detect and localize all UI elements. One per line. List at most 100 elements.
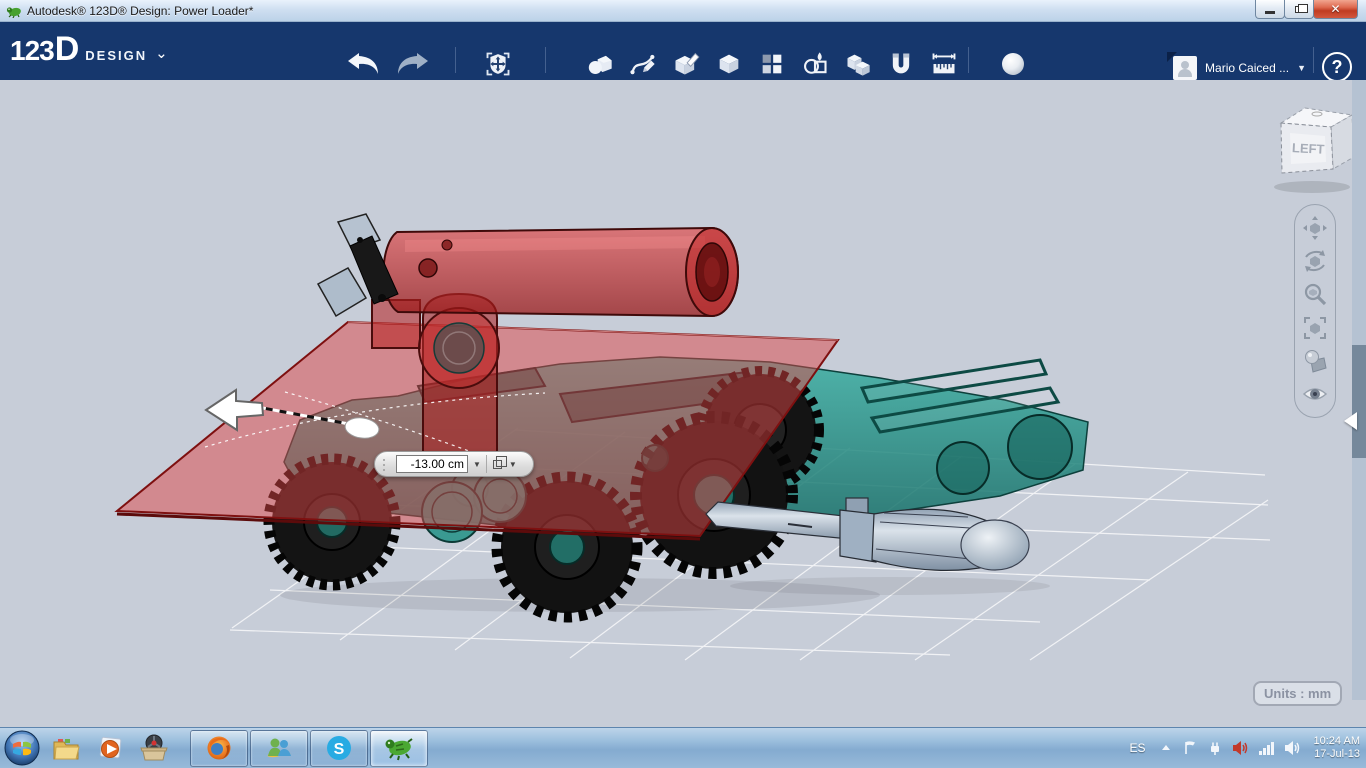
logo-d: D bbox=[54, 30, 80, 68]
pattern-icon bbox=[762, 54, 782, 74]
minimize-button[interactable] bbox=[1255, 0, 1285, 19]
fit-button[interactable] bbox=[1300, 313, 1330, 343]
rear-wheel-well bbox=[1007, 414, 1073, 480]
help-button[interactable]: ? bbox=[1322, 52, 1352, 82]
taskbar-messenger-button[interactable] bbox=[250, 729, 308, 767]
zoom-button[interactable] bbox=[1300, 279, 1330, 309]
taskbar-skype-button[interactable]: S bbox=[310, 729, 368, 767]
pan-button[interactable] bbox=[1300, 213, 1330, 243]
messenger-icon bbox=[267, 738, 291, 758]
dimension-input[interactable] bbox=[396, 455, 468, 473]
window-titlebar: Autodesk® 123D® Design: Power Loader* ✕ bbox=[0, 0, 1366, 22]
material-sphere-button[interactable] bbox=[994, 45, 1032, 83]
taskbar-clock[interactable]: 10:24 AM 17-Jul-13 bbox=[1310, 735, 1360, 761]
3d-scene-canvas[interactable]: LEFT bbox=[0, 80, 1366, 727]
restore-icon bbox=[1295, 3, 1308, 13]
undo-icon bbox=[348, 53, 378, 74]
chevron-up-icon bbox=[1161, 745, 1170, 750]
orbit-button[interactable] bbox=[1300, 246, 1330, 276]
side-panel-thumb[interactable] bbox=[1352, 345, 1366, 458]
hidden-icons-button[interactable] bbox=[1159, 741, 1173, 755]
audio-manager-button[interactable] bbox=[1232, 740, 1249, 756]
clock-time: 10:24 AM bbox=[1313, 735, 1360, 747]
orbit-icon bbox=[1305, 249, 1325, 272]
undo-button[interactable] bbox=[346, 45, 384, 83]
drag-grip-icon[interactable] bbox=[380, 456, 396, 472]
language-indicator[interactable]: ES bbox=[1126, 741, 1150, 755]
desktop: Autodesk® 123D® Design: Power Loader* ✕ … bbox=[0, 0, 1366, 768]
user-account-button[interactable]: Mario Caiced ... ▼ bbox=[1167, 52, 1306, 80]
skype-letter: S bbox=[334, 741, 345, 758]
chevron-down-icon: ▼ bbox=[1297, 63, 1306, 73]
chevron-down-icon: ⌄ bbox=[155, 45, 168, 62]
sketch-icon bbox=[630, 54, 655, 75]
fit-icon bbox=[1304, 316, 1326, 339]
eye-icon bbox=[1302, 388, 1328, 401]
taskbar-explorer-button[interactable] bbox=[44, 728, 88, 768]
explorer-folder-icon bbox=[53, 739, 80, 760]
app-icon bbox=[6, 6, 21, 18]
tool-pattern-button[interactable] bbox=[753, 45, 791, 87]
taskbar-firefox-button[interactable] bbox=[190, 729, 248, 767]
pan-icon bbox=[1303, 215, 1327, 240]
window-controls: ✕ bbox=[1255, 0, 1358, 19]
tool-construct-button[interactable] bbox=[667, 45, 705, 87]
primitives-icon bbox=[588, 55, 612, 75]
red-speaker-icon bbox=[1232, 741, 1247, 755]
toolbar-separator bbox=[545, 47, 546, 73]
window-title: Autodesk® 123D® Design: Power Loader* bbox=[27, 3, 254, 18]
firefox-icon bbox=[207, 736, 231, 760]
construct-icon bbox=[675, 52, 700, 75]
tool-sketch-button[interactable] bbox=[624, 45, 662, 87]
flag-icon bbox=[1184, 741, 1195, 754]
copy-icon bbox=[492, 455, 507, 469]
dimension-dropdown-caret-icon[interactable]: ▼ bbox=[468, 460, 486, 469]
action-center-button[interactable] bbox=[1182, 740, 1198, 756]
zoom-icon bbox=[1304, 284, 1327, 306]
user-avatar-icon bbox=[1167, 52, 1198, 80]
system-tray: ES 10:24 AM 17-Jul-13 bbox=[1126, 735, 1366, 761]
redo-button[interactable] bbox=[392, 45, 430, 83]
minimize-icon bbox=[1265, 10, 1275, 14]
missile-collar bbox=[839, 509, 877, 563]
tool-measure-button[interactable] bbox=[925, 45, 963, 87]
taskbar-parts-box-button[interactable] bbox=[132, 728, 176, 768]
grouping-icon bbox=[804, 52, 827, 74]
media-player-icon bbox=[99, 736, 122, 759]
viewcube[interactable]: LEFT bbox=[1274, 107, 1355, 193]
network-button[interactable] bbox=[1258, 741, 1275, 756]
taskbar-123d-design-button[interactable] bbox=[370, 729, 428, 767]
transform-move-icon bbox=[486, 52, 510, 76]
close-button[interactable]: ✕ bbox=[1313, 0, 1358, 19]
turret-bore bbox=[433, 322, 485, 374]
volume-button[interactable] bbox=[1284, 740, 1301, 756]
snap-magnet-icon bbox=[892, 53, 910, 74]
taskbar-media-player-button[interactable] bbox=[88, 728, 132, 768]
123d-design-icon bbox=[385, 738, 413, 761]
tool-combine-button[interactable] bbox=[839, 45, 877, 87]
units-button[interactable]: Units : mm bbox=[1253, 681, 1343, 706]
panel-expand-arrow-icon[interactable] bbox=[1344, 412, 1357, 430]
tool-snap-button[interactable] bbox=[882, 45, 920, 87]
tool-modify-button[interactable] bbox=[710, 45, 748, 87]
rear-wheel-well bbox=[936, 441, 990, 495]
tool-grouping-button[interactable] bbox=[796, 45, 834, 87]
modify-icon bbox=[719, 54, 739, 74]
material-sphere-icon bbox=[1002, 53, 1024, 75]
restore-button[interactable] bbox=[1284, 0, 1314, 19]
start-button[interactable] bbox=[0, 728, 44, 768]
close-icon: ✕ bbox=[1330, 2, 1341, 16]
viewcube-face-label: LEFT bbox=[1292, 140, 1325, 157]
taskbar: S ES 10:24 AM 17-Jul-13 bbox=[0, 727, 1366, 768]
copy-mode-button[interactable] bbox=[487, 455, 507, 469]
material-view-button[interactable] bbox=[1300, 346, 1330, 376]
redo-icon bbox=[398, 53, 428, 74]
tool-primitives-button[interactable] bbox=[581, 45, 619, 87]
skype-icon: S bbox=[327, 736, 351, 760]
app-menu-button[interactable]: 123 D DESIGN ⌄ bbox=[10, 30, 168, 69]
power-plug-button[interactable] bbox=[1207, 740, 1223, 756]
missile-shadow bbox=[730, 577, 1050, 595]
visibility-button[interactable] bbox=[1300, 379, 1330, 409]
measure-ruler-icon bbox=[932, 53, 956, 74]
tool-transform-button[interactable] bbox=[479, 45, 517, 87]
